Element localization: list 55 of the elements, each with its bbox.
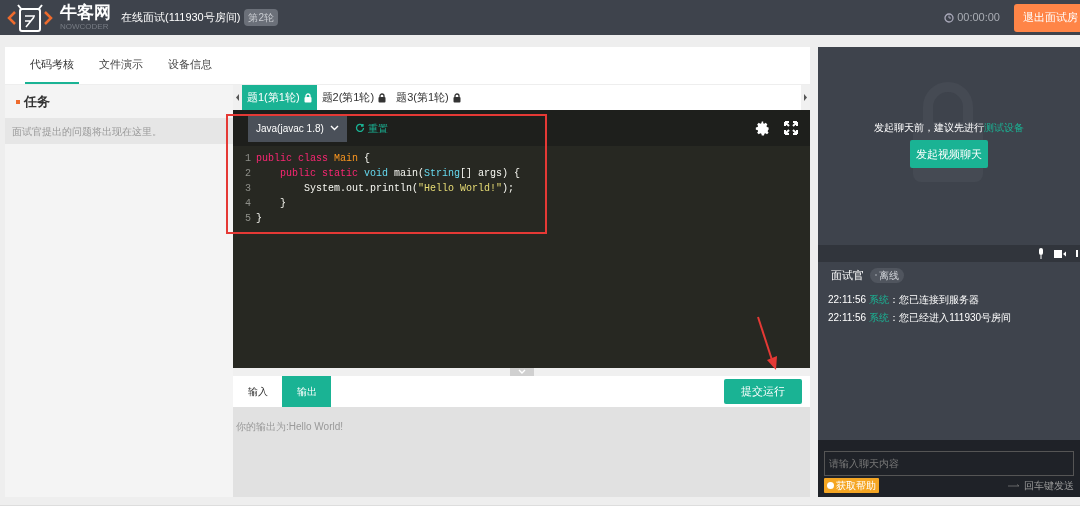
video-notice: 发起聊天前，建议先进行测试设备 [874, 121, 1024, 135]
line-number: 5 [245, 212, 252, 226]
timer: 00:00:00 [957, 10, 1000, 26]
microphone-icon[interactable] [1038, 248, 1044, 259]
lock-icon [452, 92, 461, 103]
send-hint: 回车键发送 [1024, 479, 1074, 493]
code-line: public class Main { [256, 152, 371, 166]
brand-name: 牛客网 [60, 4, 111, 21]
message-text: ：您已连接到服务器 [889, 293, 980, 307]
line-number: 4 [245, 197, 252, 211]
question-tab[interactable]: 题3(第1轮) [391, 85, 466, 110]
scroll-right-icon[interactable] [801, 85, 810, 110]
message-sender: 系统 [869, 311, 890, 325]
line-number: 3 [245, 182, 252, 196]
settings-icon[interactable] [755, 120, 770, 136]
line-number: 2 [245, 167, 252, 181]
round-badge: 第2轮 [244, 9, 278, 26]
message-sender: 系统 [869, 293, 890, 307]
output-text: 你的输出为:Hello World! [236, 421, 344, 432]
message-time: 22:11:56 [828, 293, 867, 307]
code-line: } [279, 197, 286, 211]
task-title: 任务 [24, 92, 50, 111]
message-text: ：您已经进入111930号房间 [889, 311, 1012, 325]
video-camera-icon[interactable] [1054, 249, 1066, 258]
code-line: } [256, 212, 262, 226]
tab[interactable]: 文件演示 [94, 47, 148, 84]
code-line: System.out.println("Hello World!"); [303, 182, 515, 196]
question-tab[interactable]: 题2(第1轮) [316, 85, 392, 110]
fullscreen-icon[interactable] [784, 121, 798, 135]
logo-icon [6, 2, 54, 33]
code-line: public static void main(String[] args) { [279, 167, 521, 181]
bullet-icon [16, 99, 20, 104]
message-time: 22:11:56 [828, 311, 867, 325]
reset-button[interactable]: 重置 [354, 120, 388, 136]
lock-icon [303, 92, 312, 103]
help-icon [827, 482, 834, 489]
chat-input-field[interactable]: 请输入聊天内容 [824, 451, 1074, 476]
lock-icon [378, 92, 387, 103]
task-hint: 面试官提出的问题将出现在这里。 [12, 124, 162, 139]
enter-key-icon [1008, 483, 1020, 488]
clock-icon [944, 12, 955, 23]
room-title: 在线面试(111930号房间) [121, 10, 241, 26]
io-tab[interactable]: 输入 [233, 376, 282, 407]
tab[interactable]: 设备信息 [163, 47, 217, 84]
status-badge: 离线 [870, 267, 904, 283]
test-device-link[interactable]: 测试设备 [984, 122, 1024, 133]
chevron-down-icon [329, 125, 339, 131]
line-number: 1 [245, 152, 252, 166]
scroll-left-icon[interactable] [233, 85, 242, 110]
collapse-handle-icon[interactable] [509, 368, 534, 376]
refresh-icon [354, 123, 365, 133]
annotation-arrow [756, 316, 780, 372]
interviewer-label: 面试官 [831, 267, 864, 283]
code-editor[interactable]: Java(javac 1.8) 重置 1 public class Main { 2 public static void main(String[] args) { 3 System.out.println("Hello World!"); 4 } 5 } [233, 110, 810, 368]
language-dropdown[interactable]: Java(javac 1.8) [248, 114, 347, 142]
